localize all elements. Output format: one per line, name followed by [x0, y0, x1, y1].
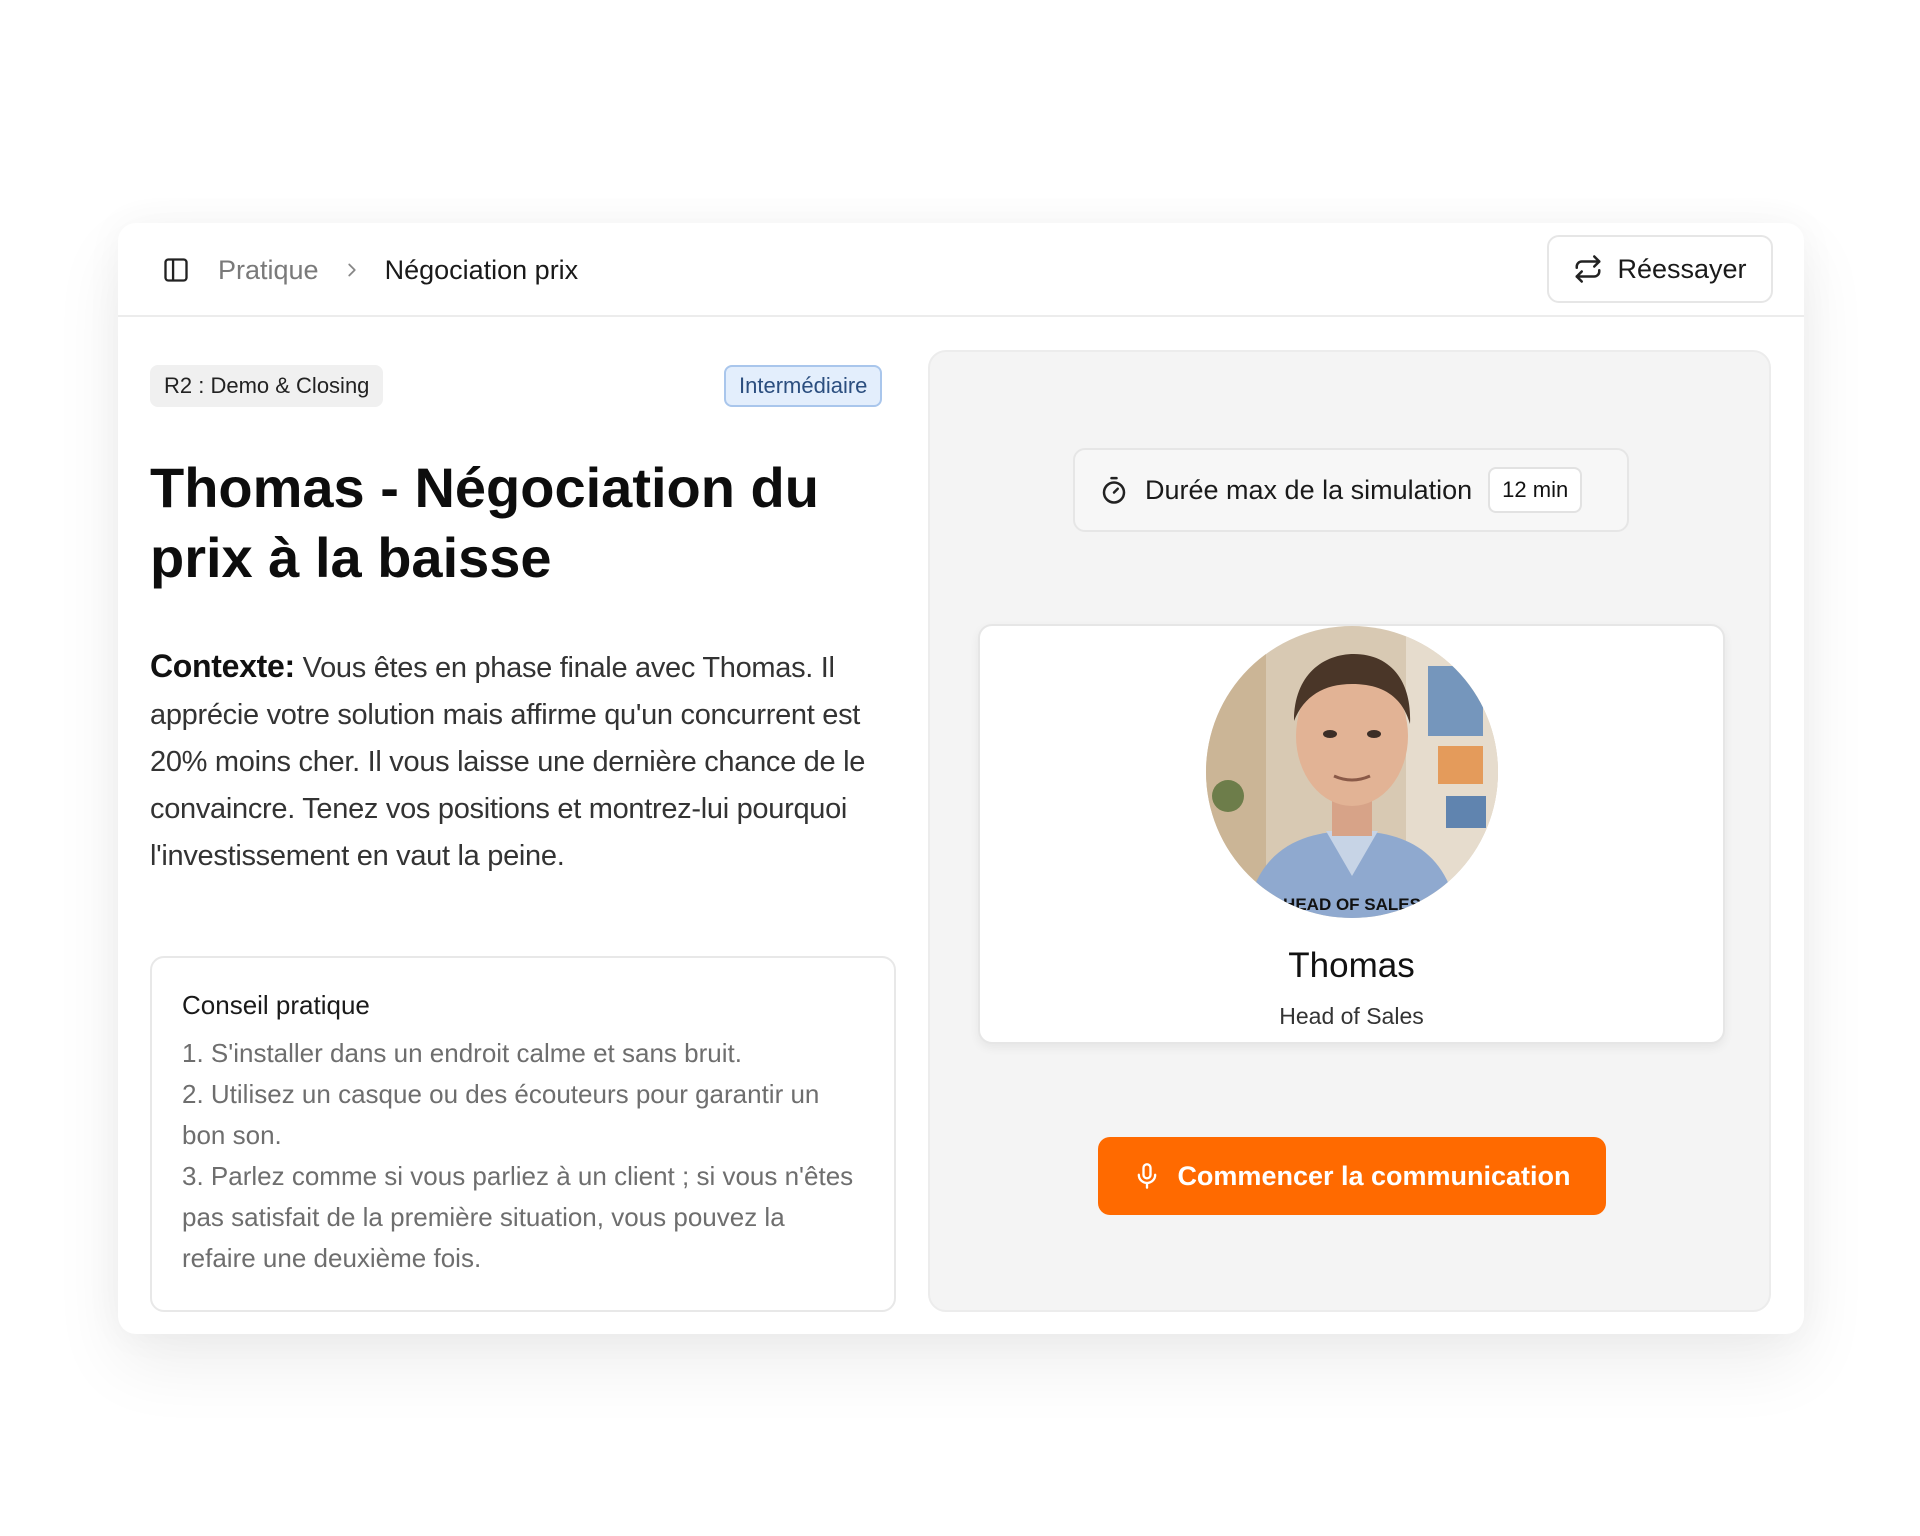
advice-list: 1. S'installer dans un endroit calme et …: [182, 1033, 864, 1279]
repeat-icon: [1575, 255, 1601, 283]
avatar: HEAD OF SALES: [1206, 626, 1498, 918]
persona-name: Thomas: [1288, 946, 1415, 985]
retry-button-label: Réessayer: [1617, 253, 1747, 284]
avatar-portrait: HEAD OF SALES: [1206, 626, 1498, 918]
app-window: Pratique Négociation prix Réessayer R2 :…: [118, 223, 1804, 1334]
chevron-right-icon: [347, 263, 356, 277]
advice-card: Conseil pratique 1. S'installer dans un …: [150, 956, 896, 1312]
advice-title: Conseil pratique: [182, 990, 370, 1020]
start-button-label: Commencer la communication: [1177, 1160, 1571, 1191]
context-label: Contexte:: [150, 648, 295, 684]
persona-card: HEAD OF SALES Thomas Head of Sales: [978, 624, 1725, 1044]
breadcrumb-current: Négociation prix: [384, 254, 579, 285]
duration-value: 12 min: [1488, 467, 1583, 513]
sidebar-toggle-icon[interactable]: [162, 256, 190, 284]
breadcrumb: Pratique Négociation prix: [218, 223, 578, 317]
scenario-title: Thomas - Négociation du prix à la baisse: [150, 456, 819, 589]
persona-role: Head of Sales: [1279, 1003, 1424, 1029]
microphone-icon: [1138, 1163, 1157, 1189]
simulation-panel: Durée max de la simulation 12 min HEAD O…: [928, 350, 1771, 1312]
scenario-context: Contexte: Vous êtes en phase finale avec…: [150, 643, 910, 880]
retry-button[interactable]: Réessayer: [1547, 235, 1773, 303]
advice-item: 1. S'installer dans un endroit calme et …: [182, 1038, 742, 1068]
start-communication-button[interactable]: Commencer la communication: [1098, 1137, 1606, 1215]
advice-item: 2. Utilisez un casque ou des écouteurs p…: [182, 1079, 820, 1150]
avatar-caption: HEAD OF SALES: [1283, 895, 1421, 914]
level-badge: Intermédiaire: [724, 365, 883, 407]
breadcrumb-root[interactable]: Pratique: [218, 255, 319, 286]
advice-item: 3. Parlez comme si vous parliez à un cli…: [182, 1161, 854, 1273]
context-text: Vous êtes en phase finale avec Thomas. I…: [150, 652, 866, 872]
stopwatch-icon: [1102, 476, 1126, 504]
scenario-tag: R2 : Demo & Closing: [150, 365, 384, 407]
top-bar: Pratique Négociation prix Réessayer: [118, 223, 1804, 317]
duration-box: Durée max de la simulation 12 min: [1073, 448, 1629, 532]
duration-label: Durée max de la simulation: [1145, 474, 1473, 505]
